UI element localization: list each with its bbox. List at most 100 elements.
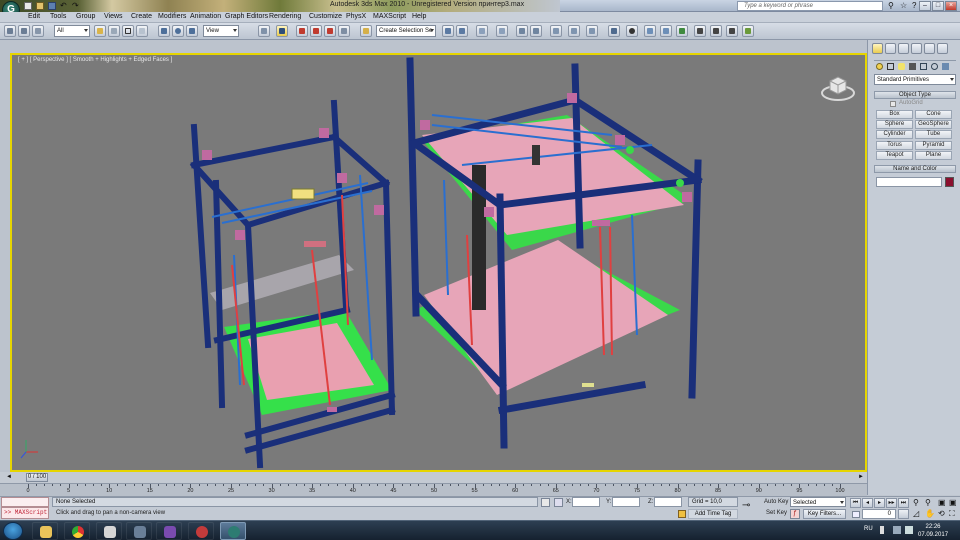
menu-physx-label[interactable]: PhysX <box>346 13 366 20</box>
space-warps-icon[interactable] <box>931 63 938 70</box>
key-mode-dropdown[interactable]: Selected <box>790 497 846 507</box>
redo-icon[interactable]: ↷ <box>72 1 79 10</box>
zoom-extents-icon[interactable]: ▣ <box>938 498 946 507</box>
orbit-icon[interactable]: ⟲ <box>938 509 945 518</box>
maxscript-listener-top[interactable] <box>1 497 49 507</box>
object-name-input[interactable] <box>876 177 942 187</box>
create-tab-icon[interactable] <box>872 43 883 54</box>
undo-button[interactable] <box>4 25 16 37</box>
menu-modifiers[interactable]: Modifiers <box>158 13 186 20</box>
geosphere-button[interactable]: GeoSphere <box>915 120 952 129</box>
language-indicator[interactable]: RU <box>864 526 873 532</box>
pyramid-button[interactable]: Pyramid <box>915 141 952 150</box>
menu-graph-editors[interactable]: Graph Editors <box>225 13 268 20</box>
x-coordinate-input[interactable] <box>572 497 600 507</box>
select-object-button[interactable] <box>94 25 106 37</box>
menu-edit[interactable]: Edit <box>28 13 40 20</box>
field-of-view-icon[interactable]: ◿ <box>913 509 919 518</box>
select-manipulate-button[interactable] <box>276 25 288 37</box>
tray-volume-icon[interactable] <box>905 526 913 534</box>
menu-help[interactable]: Help <box>412 13 426 20</box>
utilities-tab-icon[interactable] <box>937 43 948 54</box>
scene-render[interactable] <box>12 55 865 470</box>
menu-customize[interactable]: Customize <box>309 13 342 20</box>
perspective-viewport[interactable]: [ + ] [ Perspective ] [ Smooth + Highlig… <box>10 53 867 472</box>
torus-button[interactable]: Torus <box>876 141 913 150</box>
taskbar-files-icon[interactable] <box>96 522 122 540</box>
select-scale-button[interactable] <box>186 25 198 37</box>
angle-snap-button[interactable] <box>310 25 322 37</box>
box-button[interactable]: Box <box>876 110 913 119</box>
modify-tab-icon[interactable] <box>885 43 896 54</box>
save-file-icon[interactable] <box>48 2 56 10</box>
play-button[interactable]: ▸ <box>874 498 885 508</box>
search-input[interactable]: Type a keyword or phrase <box>737 1 883 11</box>
maximize-button[interactable]: □ <box>932 1 944 11</box>
snaps-toggle-button[interactable] <box>296 25 308 37</box>
window-crossing-button[interactable] <box>136 25 148 37</box>
render-frame-window-button[interactable] <box>586 25 598 37</box>
select-move-button[interactable] <box>158 25 170 37</box>
taskbar-visual-studio-icon[interactable] <box>156 522 182 540</box>
quick-render-button[interactable] <box>608 25 620 37</box>
set-key-label[interactable]: Set Key <box>766 510 787 516</box>
plane-button[interactable]: Plane <box>915 151 952 160</box>
render-output-button[interactable] <box>742 25 754 37</box>
percent-snap-button[interactable] <box>324 25 336 37</box>
maxscript-mini-listener[interactable]: >> MAXScript <box>1 507 49 519</box>
name-color-rollout[interactable]: Name and Color <box>874 165 956 173</box>
hierarchy-tab-icon[interactable] <box>898 43 909 54</box>
key-filter-icon[interactable]: ƒ <box>790 509 800 519</box>
geometry-icon[interactable] <box>876 63 883 70</box>
render-setup-button[interactable] <box>568 25 580 37</box>
link-button[interactable] <box>32 25 44 37</box>
curve-editor-button[interactable] <box>516 25 528 37</box>
add-time-tag-button[interactable]: Add Time Tag <box>688 509 738 519</box>
material-editor-button[interactable] <box>550 25 562 37</box>
key-mode-toggle[interactable] <box>852 511 860 518</box>
taskbar-explorer-icon[interactable] <box>32 522 58 540</box>
graphite-ribbon-button[interactable] <box>496 25 508 37</box>
spinner-snap-button[interactable] <box>338 25 350 37</box>
y-coordinate-input[interactable] <box>612 497 640 507</box>
next-frame-button[interactable]: ▸▸ <box>886 498 897 508</box>
menu-views[interactable]: Views <box>104 13 123 20</box>
effects-button[interactable] <box>660 25 672 37</box>
search-icon[interactable]: ⚲ <box>888 1 894 10</box>
cameras-icon[interactable] <box>909 63 916 70</box>
tray-network-icon[interactable] <box>893 526 901 534</box>
time-configuration-button[interactable] <box>898 509 909 519</box>
motion-tab-icon[interactable] <box>911 43 922 54</box>
mirror-button[interactable] <box>442 25 454 37</box>
start-button[interactable] <box>3 522 23 540</box>
new-file-icon[interactable] <box>24 2 32 10</box>
menu-rendering[interactable]: Rendering <box>269 13 301 20</box>
sphere-button[interactable]: Sphere <box>876 120 913 129</box>
current-frame-input[interactable]: 0 <box>862 509 896 519</box>
teapot-button[interactable]: Teapot <box>876 151 913 160</box>
pivot-center-button[interactable] <box>258 25 270 37</box>
track-bar[interactable]: 0 5 10 15 20 25 30 35 40 45 50 55 60 65 70 75 80 85 90 95 10… <box>0 483 867 496</box>
tree-button[interactable] <box>676 25 688 37</box>
key-icon[interactable]: ⊸ <box>742 500 750 511</box>
render-region-button[interactable] <box>694 25 706 37</box>
render-active-button[interactable] <box>710 25 722 37</box>
taskbar-3dsmax-icon[interactable] <box>220 522 246 540</box>
time-slider-next-icon[interactable]: ► <box>858 474 864 480</box>
select-rotate-button[interactable] <box>172 25 184 37</box>
pan-view-icon[interactable]: ✋ <box>925 509 935 518</box>
menu-maxscript[interactable]: MAXScript <box>373 13 406 20</box>
maximize-viewport-icon[interactable]: ⛶ <box>949 509 955 519</box>
key-filters-button[interactable]: Key Filters... <box>803 509 846 519</box>
layer-manager-button[interactable] <box>476 25 488 37</box>
go-to-start-button[interactable]: ⏮ <box>850 498 861 508</box>
cylinder-button[interactable]: Cylinder <box>876 130 913 139</box>
render-environment-button[interactable] <box>644 25 656 37</box>
auto-key-label[interactable]: Auto Key <box>764 499 788 505</box>
shapes-icon[interactable] <box>887 63 894 70</box>
zoom-all-icon[interactable]: ⚲ <box>925 498 931 507</box>
edit-named-selection-button[interactable] <box>360 25 372 37</box>
time-slider-track[interactable]: ◄ 0 / 100 ► <box>0 472 867 483</box>
display-tab-icon[interactable] <box>924 43 935 54</box>
absolute-mode-icon[interactable] <box>554 498 563 507</box>
